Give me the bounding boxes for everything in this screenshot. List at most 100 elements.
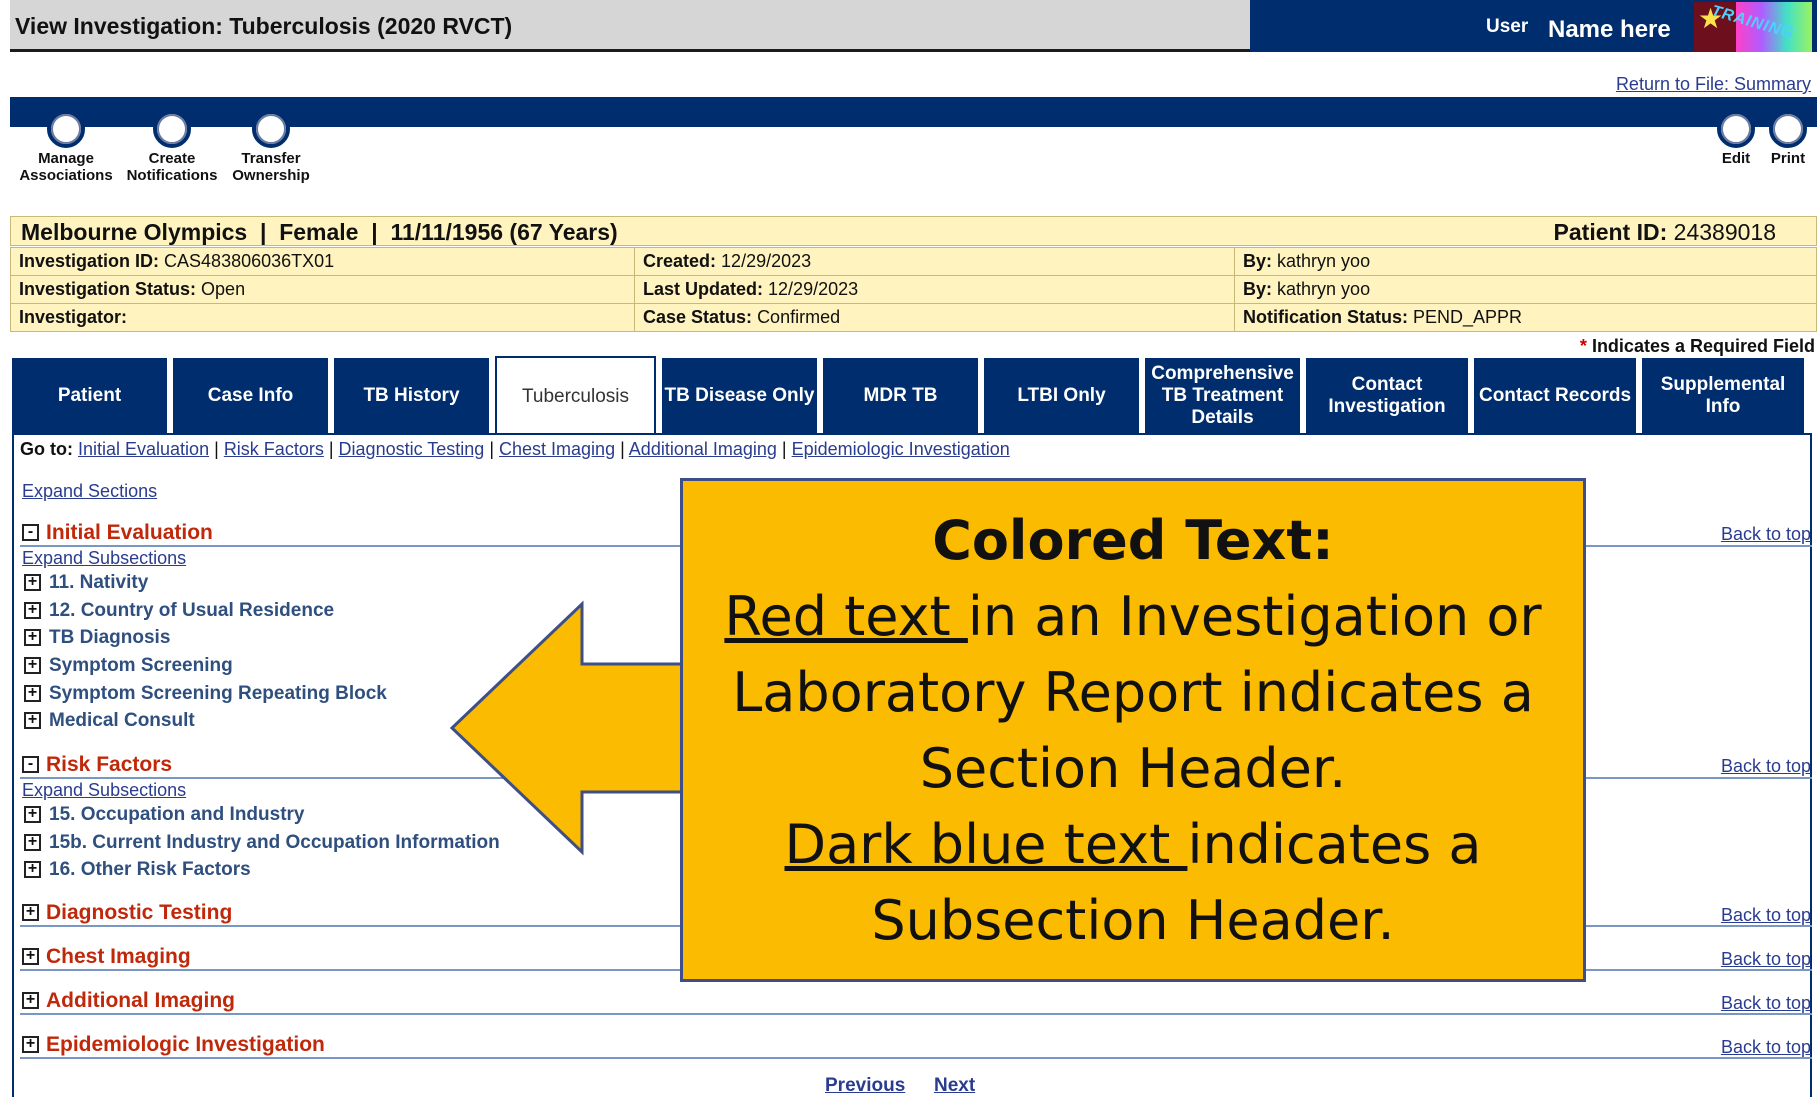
expand-subsections-link[interactable]: Expand Subsections xyxy=(22,780,186,801)
back-to-top-link[interactable]: Back to top xyxy=(1721,756,1811,777)
updated-by-value: kathryn yoo xyxy=(1277,279,1371,299)
created-by-cell: By: kathryn yoo xyxy=(1234,247,1817,276)
investigation-status-cell: Investigation Status: Open xyxy=(10,275,635,304)
expand-icon[interactable]: + xyxy=(24,629,41,646)
investigation-info-table: Investigation ID: CAS483806036TX01 Creat… xyxy=(10,247,1817,332)
subsection-title: TB Diagnosis xyxy=(49,627,171,648)
patient-id: Patient ID: 24389018 xyxy=(1554,219,1776,246)
callout-red-text: Red text xyxy=(724,585,968,648)
tab-mdr-tb[interactable]: MDR TB xyxy=(823,358,978,434)
tab-supplemental-info[interactable]: Supplemental Info xyxy=(1642,358,1804,434)
collapse-icon[interactable]: - xyxy=(22,756,39,773)
case-status-value: Confirmed xyxy=(757,307,841,327)
print-button[interactable]: Print xyxy=(1763,110,1813,167)
callout-heading: Colored Text: xyxy=(932,509,1334,572)
tab-contact-investigation[interactable]: Contact Investigation xyxy=(1306,358,1468,434)
callout-arrow xyxy=(449,600,684,856)
subsection-title: 15. Occupation and Industry xyxy=(49,804,305,825)
last-updated-label: Last Updated: xyxy=(643,279,764,299)
notification-status-cell: Notification Status: PEND_APPR xyxy=(1234,303,1817,332)
updated-by-label: By: xyxy=(1243,279,1273,299)
tab-contact-records[interactable]: Contact Records xyxy=(1474,358,1636,434)
investigation-status-value: Open xyxy=(201,279,246,299)
section-title: Additional Imaging xyxy=(46,989,235,1012)
expand-icon[interactable]: + xyxy=(24,657,41,674)
create-notifications-label-2: Notifications xyxy=(126,167,218,184)
manage-associations-button[interactable]: Manage Associations xyxy=(14,110,118,184)
goto-diagnostic-testing-link[interactable]: Diagnostic Testing xyxy=(339,439,485,459)
tab-case-info[interactable]: Case Info xyxy=(173,358,328,434)
back-to-top-link[interactable]: Back to top xyxy=(1721,949,1811,970)
goto-separator: | xyxy=(489,439,494,459)
back-to-top-link[interactable]: Back to top xyxy=(1721,1037,1811,1058)
edit-button[interactable]: Edit xyxy=(1713,110,1759,167)
next-link[interactable]: Next xyxy=(934,1075,975,1097)
tab-tb-history[interactable]: TB History xyxy=(334,358,489,434)
section-title: Epidemiologic Investigation xyxy=(46,1033,325,1056)
expand-icon[interactable]: + xyxy=(24,806,41,823)
callout-line-5: Subsection Header. xyxy=(871,889,1395,952)
created-cell: Created: 12/29/2023 xyxy=(634,247,1235,276)
expand-icon[interactable]: + xyxy=(24,861,41,878)
expand-icon[interactable]: + xyxy=(24,574,41,591)
goto-chest-imaging-link[interactable]: Chest Imaging xyxy=(499,439,615,459)
expand-icon[interactable]: + xyxy=(24,685,41,702)
section-title: Diagnostic Testing xyxy=(46,901,233,924)
goto-separator: | xyxy=(328,439,334,459)
print-label: Print xyxy=(1770,150,1806,167)
section-additional-imaging[interactable]: + Additional Imaging xyxy=(20,989,1812,1015)
collapse-icon[interactable]: - xyxy=(22,524,39,541)
return-to-summary-link[interactable]: Return to File: Summary xyxy=(1616,74,1811,95)
subsection-title: 16. Other Risk Factors xyxy=(49,859,251,880)
expand-icon[interactable]: + xyxy=(22,992,39,1009)
page-title: View Investigation: Tuberculosis (2020 R… xyxy=(15,13,513,39)
callout-line-1-rest: in an Investigation or xyxy=(967,585,1542,648)
goto-separator: | xyxy=(620,439,625,459)
required-note-text: Indicates a Required Field xyxy=(1591,336,1815,356)
expand-icon[interactable]: + xyxy=(22,1036,39,1053)
tab-tb-disease-only[interactable]: TB Disease Only xyxy=(662,358,817,434)
previous-link[interactable]: Previous xyxy=(825,1075,905,1097)
title-bar: View Investigation: Tuberculosis (2020 R… xyxy=(10,0,1250,52)
created-by-value: kathryn yoo xyxy=(1277,251,1371,271)
user-label: User xyxy=(1486,16,1529,37)
expand-icon[interactable]: + xyxy=(24,602,41,619)
goto-initial-evaluation-link[interactable]: Initial Evaluation xyxy=(78,439,209,459)
goto-risk-factors-link[interactable]: Risk Factors xyxy=(224,439,324,459)
create-notifications-button[interactable]: Create Notifications xyxy=(122,110,222,184)
section-epidemiologic-investigation[interactable]: + Epidemiologic Investigation xyxy=(20,1033,1812,1059)
expand-icon[interactable]: + xyxy=(22,904,39,921)
created-label: Created: xyxy=(643,251,717,271)
back-to-top-link[interactable]: Back to top xyxy=(1721,993,1811,1014)
tab-comprehensive-tb-treatment[interactable]: Comprehensive TB Treatment Details xyxy=(1145,358,1300,434)
notification-status-label: Notification Status: xyxy=(1243,307,1408,327)
subsection-title: 15b. Current Industry and Occupation Inf… xyxy=(49,832,500,853)
case-status-label: Case Status: xyxy=(643,307,753,327)
subsection-title: Symptom Screening xyxy=(49,655,233,676)
subsection-title: Medical Consult xyxy=(49,710,195,731)
required-field-note: * Indicates a Required Field xyxy=(1580,336,1815,357)
section-title: Risk Factors xyxy=(46,753,173,776)
transfer-ownership-label-2: Ownership xyxy=(232,167,310,184)
transfer-ownership-button[interactable]: Transfer Ownership xyxy=(226,110,316,184)
goto-separator: | xyxy=(214,439,219,459)
expand-icon[interactable]: + xyxy=(22,948,39,965)
expand-subsections-link[interactable]: Expand Subsections xyxy=(22,548,186,569)
subsection-title: 11. Nativity xyxy=(49,572,149,593)
back-to-top-link[interactable]: Back to top xyxy=(1721,524,1811,545)
expand-icon[interactable]: + xyxy=(24,712,41,729)
patient-banner: Melbourne Olympics | Female | 11/11/1956… xyxy=(10,216,1817,246)
expand-icon[interactable]: + xyxy=(24,834,41,851)
tab-tuberculosis[interactable]: Tuberculosis xyxy=(495,356,656,436)
callout-line-3: Section Header. xyxy=(919,737,1347,800)
tab-patient[interactable]: Patient xyxy=(12,358,167,434)
back-to-top-link[interactable]: Back to top xyxy=(1721,905,1811,926)
patient-id-label: Patient ID: xyxy=(1553,219,1668,245)
goto-additional-imaging-link[interactable]: Additional Imaging xyxy=(629,439,777,459)
annotation-callout: Colored Text: Red text in an Investigati… xyxy=(680,478,1586,982)
tab-ltbi-only[interactable]: LTBI Only xyxy=(984,358,1139,434)
created-by-label: By: xyxy=(1243,251,1273,271)
expand-sections-link[interactable]: Expand Sections xyxy=(22,481,157,502)
goto-epidemiologic-investigation-link[interactable]: Epidemiologic Investigation xyxy=(792,439,1010,459)
notification-status-value: PEND_APPR xyxy=(1413,307,1523,327)
